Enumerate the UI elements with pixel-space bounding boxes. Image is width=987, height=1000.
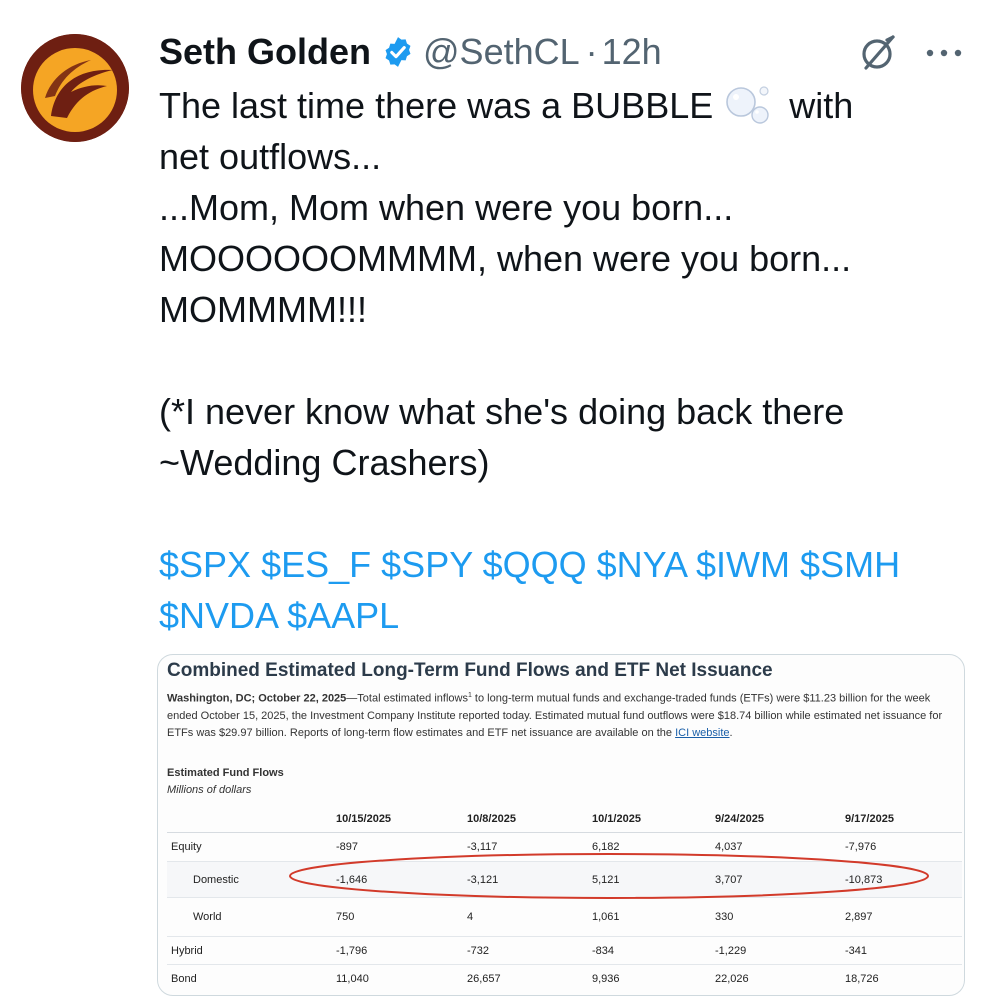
table-cell: 11,040 bbox=[336, 972, 369, 985]
table-cell: -834 bbox=[592, 944, 615, 957]
table-cell: -897 bbox=[336, 841, 359, 853]
cashtag-link[interactable]: $SPX bbox=[159, 544, 251, 585]
tweet-timestamp[interactable]: 12h bbox=[602, 31, 662, 73]
cashtag-link[interactable]: $NYA bbox=[597, 544, 686, 585]
verified-badge-icon bbox=[385, 37, 411, 67]
avatar[interactable] bbox=[21, 34, 129, 142]
row-label: Domestic bbox=[193, 873, 239, 886]
table-cell: -1,796 bbox=[336, 944, 368, 957]
row-label: Equity bbox=[171, 841, 202, 853]
fund-flows-table: 10/15/2025 10/8/2025 10/1/2025 9/24/2025… bbox=[167, 805, 962, 992]
table-cell: 750 bbox=[336, 911, 355, 923]
table-cell: 2,897 bbox=[845, 911, 873, 923]
cashtag-link[interactable]: $NVDA bbox=[159, 595, 277, 636]
column-header: 9/17/2025 bbox=[845, 812, 894, 825]
media-text: —Total estimated inflows bbox=[346, 692, 468, 705]
table-cell: -1,646 bbox=[336, 873, 368, 886]
table-cell: -7,976 bbox=[845, 841, 877, 853]
tweet-text: The last time there was a BUBBLE with ne… bbox=[159, 80, 974, 641]
table-row-world: World 750 4 1,061 330 2,897 bbox=[167, 898, 962, 937]
tweet-line-4: MOOOOOOMMMM, when were you born... bbox=[159, 238, 852, 279]
media-text: . bbox=[729, 726, 733, 739]
table-cell: 3,707 bbox=[715, 873, 743, 886]
table-cell: 18,726 bbox=[845, 972, 879, 985]
author-name[interactable]: Seth Golden bbox=[159, 31, 371, 73]
row-label: Hybrid bbox=[171, 944, 203, 957]
author-handle[interactable]: @SethCL bbox=[423, 31, 580, 73]
bubbles-emoji-icon bbox=[726, 86, 769, 124]
tweet-line-6: (*I never know what she's doing back the… bbox=[159, 391, 845, 432]
tweet-header: Seth Golden @SethCL · 12h bbox=[159, 28, 662, 76]
table-cell: -732 bbox=[467, 944, 490, 957]
cashtag-link[interactable]: $IWM bbox=[696, 544, 790, 585]
media-dateline: Washington, DC; October 22, 2025 bbox=[167, 692, 347, 705]
table-cell: 26,657 bbox=[467, 972, 501, 985]
table-cell: 6,182 bbox=[592, 841, 620, 853]
table-cell: 4,037 bbox=[715, 841, 743, 853]
tweet-line-1: The last time there was a BUBBLE with bbox=[159, 80, 974, 131]
more-dots-icon[interactable] bbox=[924, 42, 964, 64]
cashtag-link[interactable]: $QQQ bbox=[483, 544, 587, 585]
media-paragraph: Washington, DC; October 22, 2025—Total e… bbox=[167, 687, 957, 742]
avatar-logo-icon bbox=[21, 34, 129, 142]
cashtag-line-2: $NVDA $AAPL bbox=[159, 590, 974, 641]
table-cell: -3,121 bbox=[467, 873, 499, 886]
table-cell: -341 bbox=[845, 944, 868, 957]
tweet-text-segment: The last time there was a BUBBLE bbox=[159, 85, 714, 126]
separator-dot: · bbox=[585, 31, 598, 72]
cashtag-line-1: $SPX $ES_F $SPY $QQQ $NYA $IWM $SMH bbox=[159, 539, 974, 590]
table-header-row: 10/15/2025 10/8/2025 10/1/2025 9/24/2025… bbox=[167, 805, 962, 833]
table-unit: Millions of dollars bbox=[167, 784, 252, 796]
table-cell: -1,229 bbox=[715, 944, 747, 957]
table-heading: Estimated Fund Flows bbox=[167, 767, 284, 779]
table-row-hybrid: Hybrid -1,796 -732 -834 -1,229 -341 bbox=[167, 937, 962, 965]
tweet-line-3: ...Mom, Mom when were you born... bbox=[159, 187, 734, 228]
tweet-media-image[interactable]: Combined Estimated Long-Term Fund Flows … bbox=[157, 654, 965, 996]
table-cell: 22,026 bbox=[715, 972, 749, 985]
cashtag-link[interactable]: $SMH bbox=[800, 544, 900, 585]
table-cell: 330 bbox=[715, 911, 734, 923]
cashtag-link[interactable]: $ES_F bbox=[261, 544, 371, 585]
column-header: 9/24/2025 bbox=[715, 812, 764, 825]
row-label: World bbox=[193, 911, 222, 923]
table-cell: 5,121 bbox=[592, 873, 620, 886]
tweet-line-5: MOMMMM!!! bbox=[159, 289, 367, 330]
column-header: 10/8/2025 bbox=[467, 812, 516, 825]
table-row-domestic: Domestic -1,646 -3,121 5,121 3,707 -10,8… bbox=[167, 862, 962, 898]
row-label: Bond bbox=[171, 972, 197, 985]
tweet-line-7: ~Wedding Crashers) bbox=[159, 442, 490, 483]
table-cell: 1,061 bbox=[592, 911, 620, 923]
media-title: Combined Estimated Long-Term Fund Flows … bbox=[167, 660, 773, 681]
table-row-bond: Bond 11,040 26,657 9,936 22,026 18,726 bbox=[167, 965, 962, 992]
table-cell: 9,936 bbox=[592, 972, 620, 985]
table-cell: -10,873 bbox=[845, 873, 883, 886]
tweet-text-segment: with bbox=[789, 85, 854, 126]
cashtag-link[interactable]: $AAPL bbox=[287, 595, 399, 636]
cashtag-link[interactable]: $SPY bbox=[381, 544, 472, 585]
column-header: 10/1/2025 bbox=[592, 812, 641, 825]
ici-website-link[interactable]: ICI website bbox=[675, 727, 729, 739]
column-header: 10/15/2025 bbox=[336, 812, 392, 825]
table-cell: -3,117 bbox=[467, 841, 498, 853]
table-row-equity: Equity -897 -3,117 6,182 4,037 -7,976 bbox=[167, 833, 962, 862]
table-cell: 4 bbox=[467, 911, 474, 923]
tweet-line-2: net outflows... bbox=[159, 136, 382, 177]
grok-icon[interactable] bbox=[857, 32, 899, 74]
